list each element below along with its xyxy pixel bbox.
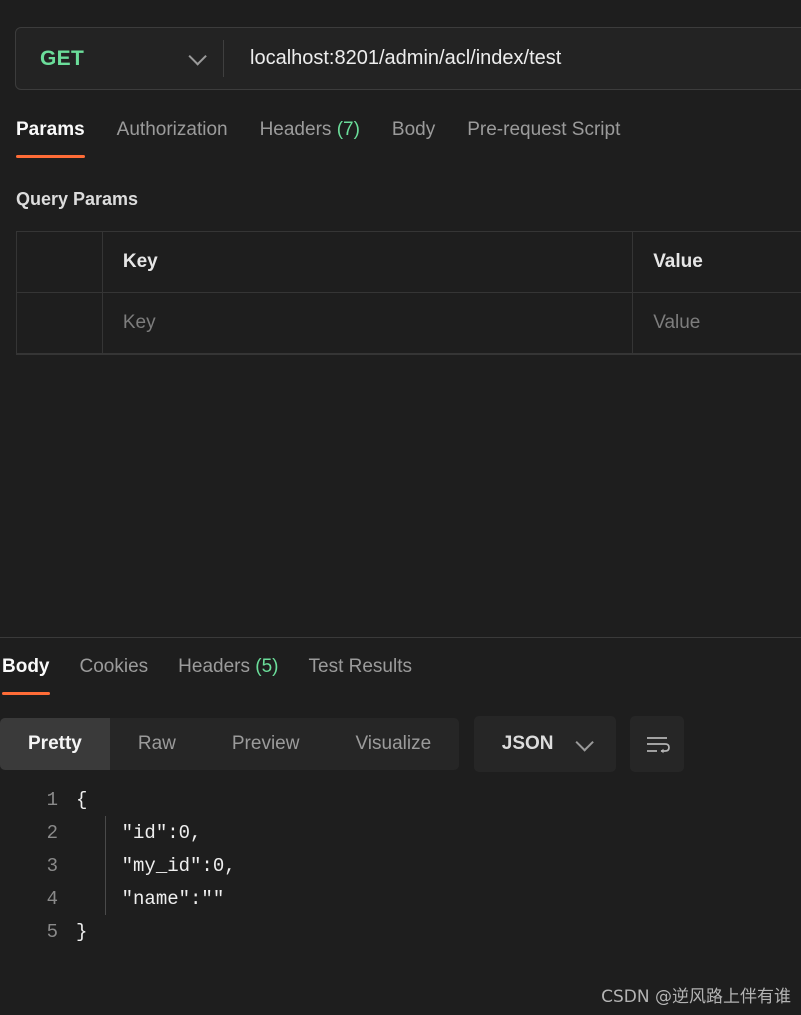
word-wrap-icon: [647, 737, 671, 754]
http-method-selector[interactable]: GET: [16, 28, 224, 89]
table-header-row: Key Value: [17, 232, 801, 293]
response-language-selector[interactable]: JSON: [474, 716, 617, 772]
watermark-text: CSDN @逆风路上伴有谁: [601, 987, 791, 1007]
http-method-label: GET: [40, 46, 85, 70]
tab-pre-request-script-label: Pre-request Script: [467, 119, 621, 140]
request-url-text: localhost:8201/admin/acl/index/test: [250, 47, 562, 69]
response-body-viewer[interactable]: 1 { 2 "id":0, 3 "my_id":0, 4 "name":"" 5…: [0, 783, 801, 948]
tab-authorization[interactable]: Authorization: [117, 115, 228, 141]
format-tab-visualize-label: Visualize: [355, 733, 432, 754]
code-line: 3 "my_id":0,: [0, 849, 801, 882]
row-checkbox[interactable]: [17, 293, 103, 353]
chevron-down-icon: [574, 732, 594, 752]
tab-headers-count: (7): [336, 119, 360, 140]
select-all-checkbox-cell[interactable]: [17, 232, 103, 292]
line-content: "id":0,: [76, 821, 202, 844]
format-tab-pretty-label: Pretty: [28, 733, 82, 754]
query-params-heading: Query Params: [16, 189, 139, 209]
tab-pre-request-script[interactable]: Pre-request Script: [467, 115, 620, 141]
request-tab-strip: Params Authorization Headers (7) Body Pr…: [0, 115, 801, 167]
response-tab-strip: Body Cookies Headers (5) Test Results: [0, 656, 801, 695]
tab-body[interactable]: Body: [392, 115, 435, 141]
tab-test-results-label: Test Results: [308, 656, 412, 677]
word-wrap-button[interactable]: [630, 716, 685, 772]
chevron-down-icon: [188, 47, 207, 66]
tab-response-body-label: Body: [2, 656, 50, 677]
format-tab-preview-label: Preview: [231, 733, 300, 754]
line-number: 2: [46, 821, 58, 844]
format-tab-preview[interactable]: Preview: [204, 718, 328, 770]
code-line: 5 }: [0, 915, 801, 948]
column-header-value: Value: [653, 251, 703, 272]
line-number: 1: [46, 788, 58, 811]
format-tab-pretty[interactable]: Pretty: [0, 718, 110, 770]
response-language-label: JSON: [501, 733, 554, 754]
param-value-input[interactable]: Value: [633, 293, 801, 353]
tab-cookies-label: Cookies: [79, 656, 149, 677]
tab-body-label: Body: [391, 119, 436, 140]
query-params-table: Key Value Key Value: [16, 231, 801, 355]
url-bar: GET localhost:8201/admin/acl/index/test: [15, 27, 801, 90]
table-row: Key Value: [17, 293, 801, 354]
tab-test-results[interactable]: Test Results: [309, 656, 412, 678]
line-content: "name":"": [76, 887, 225, 910]
line-content: "my_id":0,: [76, 854, 236, 877]
tab-params-label: Params: [16, 119, 85, 140]
tab-cookies[interactable]: Cookies: [80, 656, 149, 678]
line-content: {: [76, 788, 88, 811]
response-format-toolbar: Pretty Raw Preview Visualize JSON: [0, 716, 685, 772]
format-tab-raw[interactable]: Raw: [110, 718, 204, 770]
tab-response-headers[interactable]: Headers (5): [178, 656, 278, 678]
line-number: 3: [46, 854, 58, 877]
line-number: 5: [46, 920, 58, 943]
tab-headers[interactable]: Headers (7): [260, 115, 360, 141]
tab-response-body[interactable]: Body: [2, 656, 50, 695]
line-number: 4: [46, 887, 58, 910]
response-pane: Body Cookies Headers (5) Test Results Pr…: [0, 638, 801, 1015]
tab-response-headers-count: (5): [255, 656, 279, 677]
column-header-key: Key: [103, 232, 634, 292]
code-line: 2 "id":0,: [0, 816, 801, 849]
format-tab-group: Pretty Raw Preview Visualize: [0, 718, 460, 770]
param-key-input[interactable]: Key: [103, 293, 634, 353]
format-tab-visualize[interactable]: Visualize: [327, 718, 459, 770]
tab-params[interactable]: Params: [16, 115, 85, 158]
tab-authorization-label: Authorization: [116, 119, 228, 140]
format-tab-raw-label: Raw: [137, 733, 176, 754]
tab-response-headers-label: Headers: [178, 656, 250, 677]
request-url-input[interactable]: localhost:8201/admin/acl/index/test: [224, 28, 801, 89]
request-pane: GET localhost:8201/admin/acl/index/test …: [0, 0, 801, 637]
code-line: 4 "name":"": [0, 882, 801, 915]
code-line: 1 {: [0, 783, 801, 816]
tab-headers-label: Headers: [259, 119, 332, 140]
line-content: }: [76, 920, 88, 943]
